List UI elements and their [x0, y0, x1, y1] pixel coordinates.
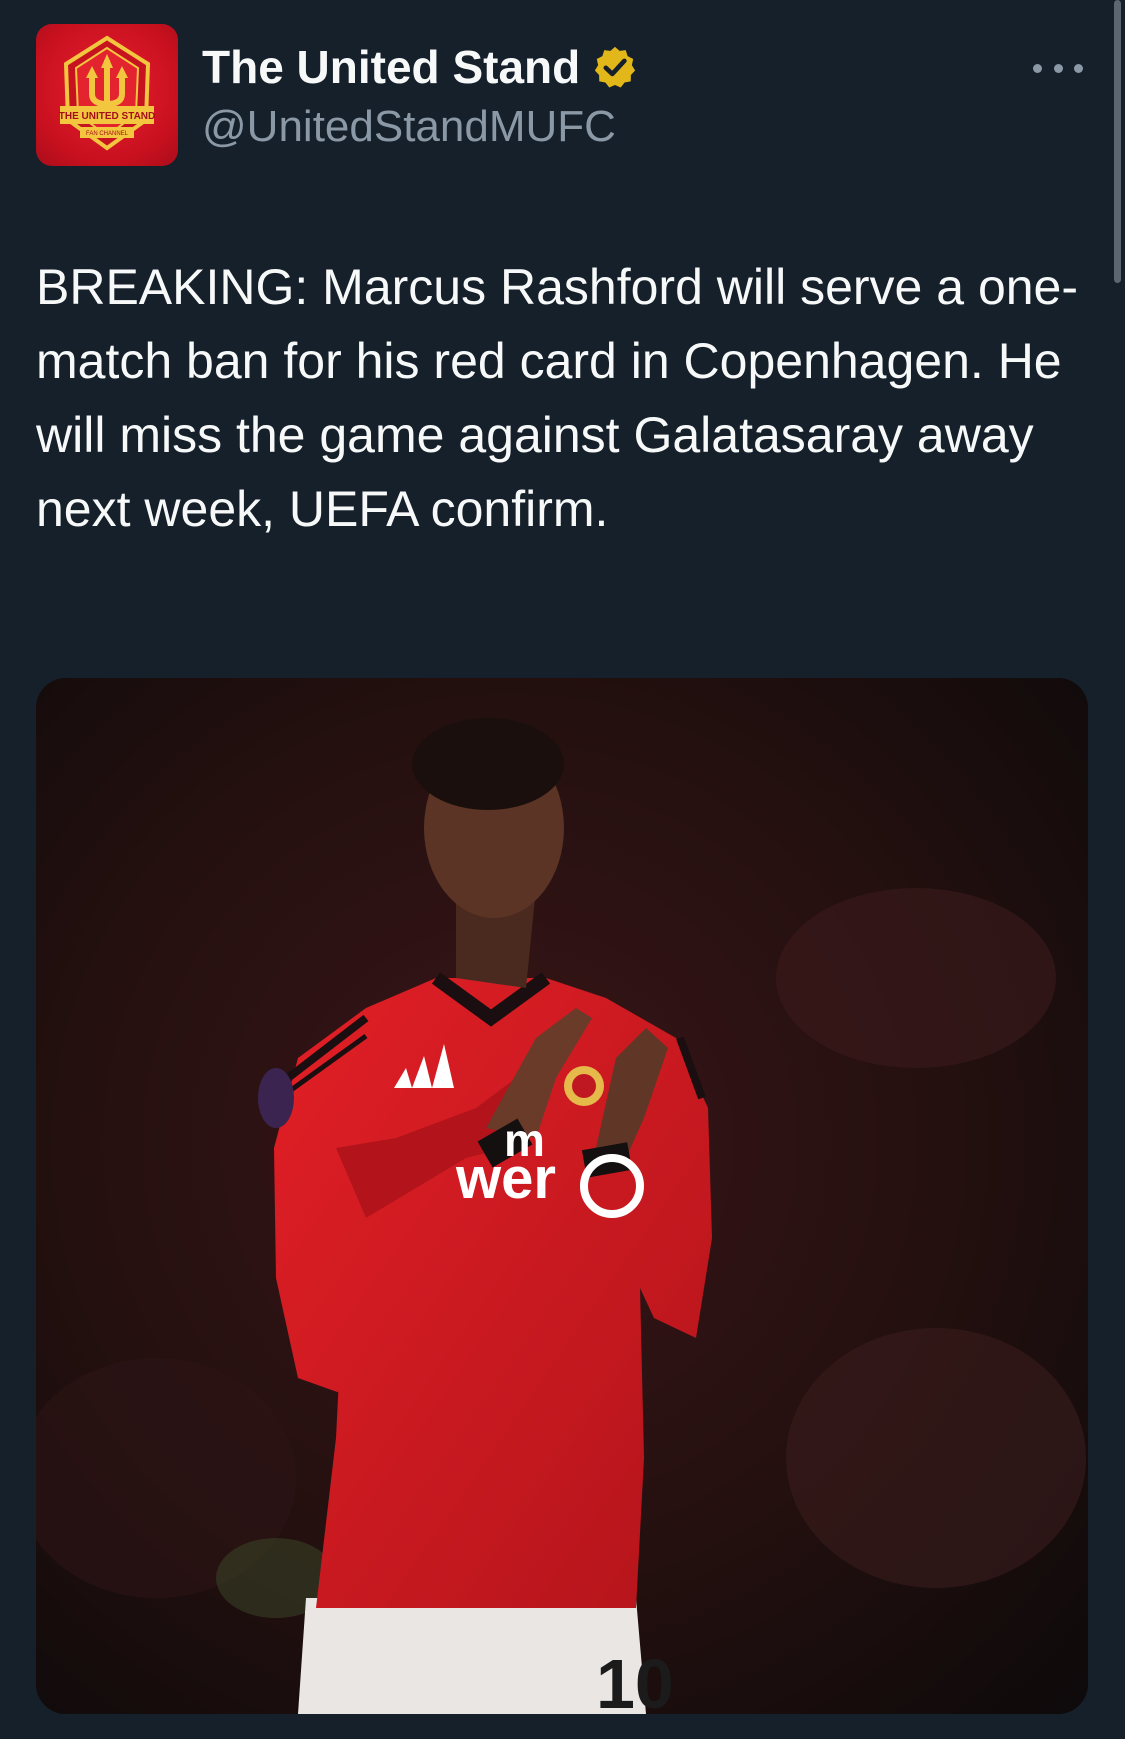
more-dot [1033, 63, 1042, 73]
author-name-row[interactable]: The United Stand [202, 40, 638, 94]
tweet-image[interactable]: 10 wer m [36, 678, 1088, 1714]
avatar-subtext: FAN CHANNEL [86, 131, 129, 137]
tweet-card: THE UNITED STAND FAN CHANNEL The United … [0, 0, 1125, 1739]
more-dot [1053, 63, 1063, 73]
kit-sponsor-partial: m [504, 1114, 545, 1166]
author-handle[interactable]: @UnitedStandMUFC [202, 102, 616, 152]
verified-badge-icon [592, 44, 638, 90]
avatar-text: THE UNITED STAND [59, 111, 155, 122]
tweet-text: BREAKING: Marcus Rashford will serve a o… [36, 259, 1079, 537]
more-dot [1074, 63, 1083, 73]
scrollbar[interactable] [1114, 0, 1121, 283]
avatar[interactable]: THE UNITED STAND FAN CHANNEL [36, 24, 178, 166]
display-name[interactable]: The United Stand [202, 40, 580, 94]
more-options-icon[interactable] [1033, 56, 1083, 80]
shorts-number: 10 [596, 1645, 674, 1714]
